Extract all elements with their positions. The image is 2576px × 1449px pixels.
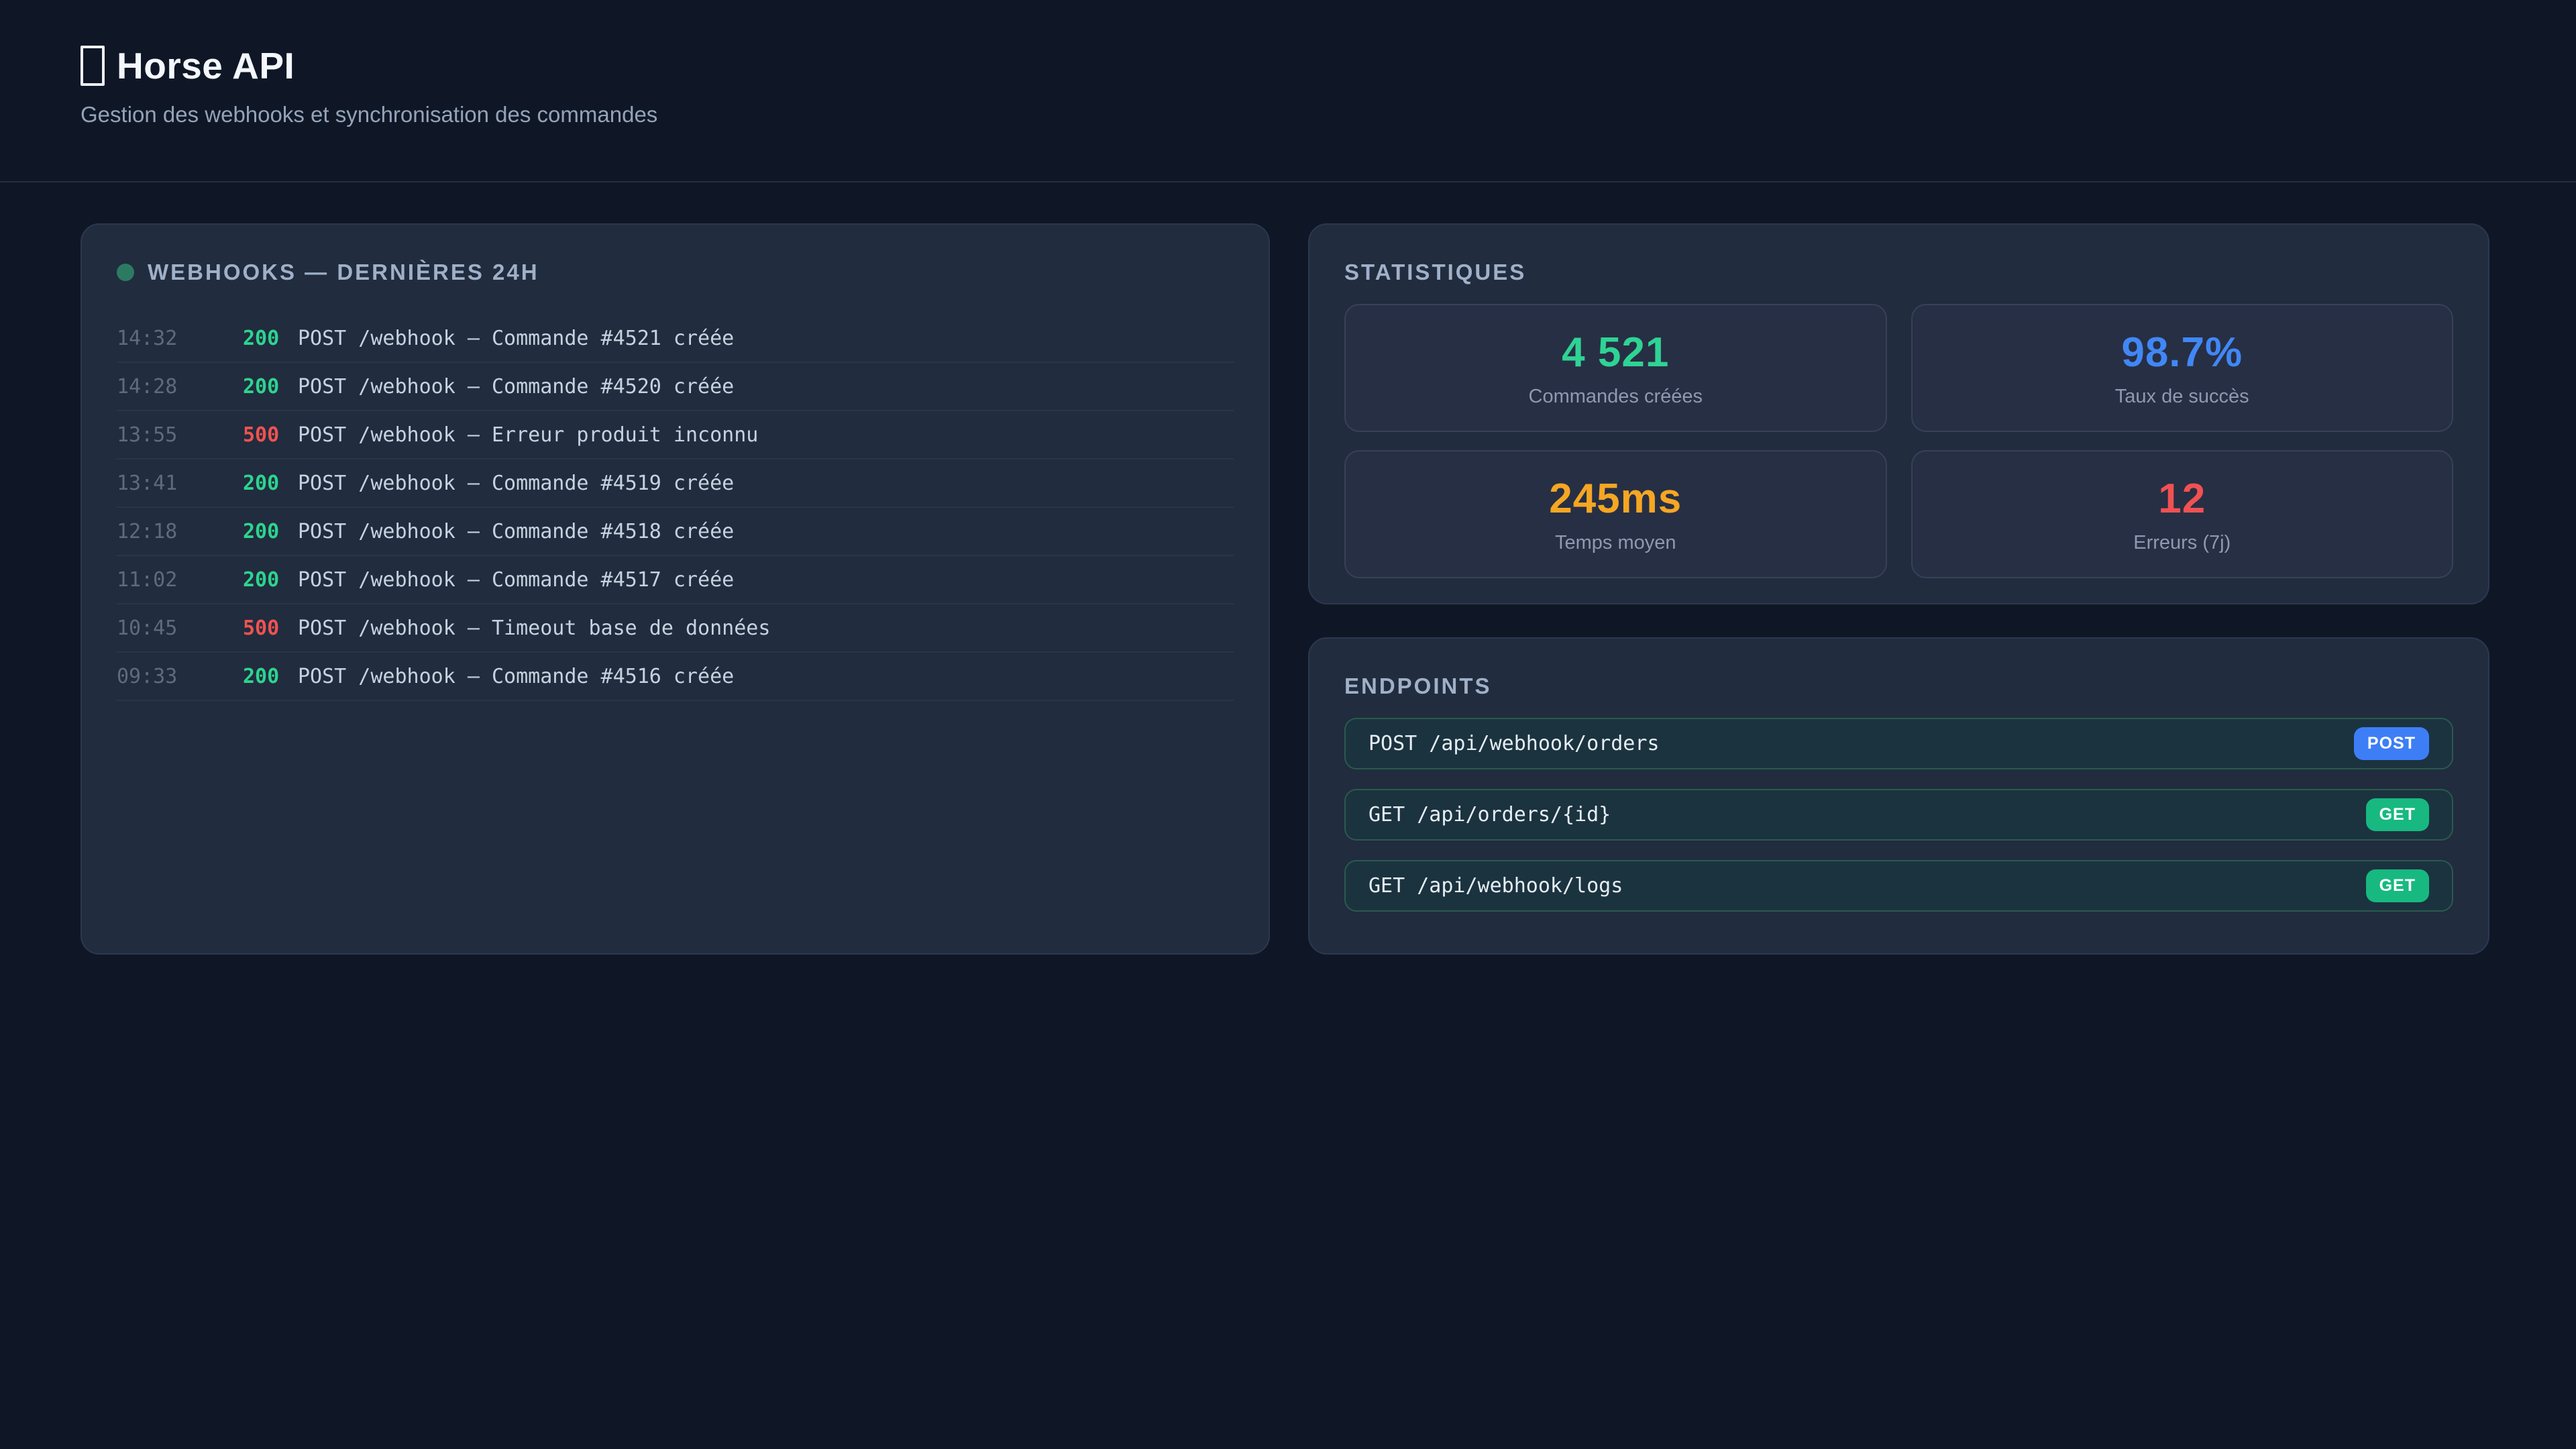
stat-label: Commandes créées (1529, 386, 1703, 408)
method-badge: POST (2354, 727, 2429, 760)
log-row: 14:32 200 POST /webhook — Commande #4521… (117, 315, 1234, 363)
stat-label: Temps moyen (1555, 532, 1676, 554)
webhooks-panel: WEBHOOKS — DERNIÈRES 24H 14:32 200 POST … (80, 223, 1270, 955)
stat-card-temps-moyen: 245ms Temps moyen (1344, 450, 1887, 578)
method-badge: GET (2366, 798, 2429, 831)
log-status-code: 500 (243, 616, 298, 640)
main-content: WEBHOOKS — DERNIÈRES 24H 14:32 200 POST … (0, 182, 2576, 955)
stat-card-erreurs: 12 Erreurs (7j) (1911, 450, 2454, 578)
horse-emoji-missing-glyph-icon (80, 46, 105, 86)
log-message: POST /webhook — Commande #4519 créée (298, 472, 734, 495)
stat-label: Erreurs (7j) (2133, 532, 2231, 554)
log-time: 13:55 (117, 423, 243, 447)
stat-value: 12 (2158, 475, 2206, 523)
log-status-code: 200 (243, 520, 298, 543)
right-column: STATISTIQUES 4 521 Commandes créées 98.7… (1308, 223, 2489, 955)
endpoints-panel-title: ENDPOINTS (1344, 674, 2453, 699)
endpoint-path: GET /api/orders/{id} (1368, 803, 1611, 826)
page-title: Horse API (80, 44, 2576, 87)
log-message: POST /webhook — Commande #4516 créée (298, 665, 734, 688)
log-status-code: 200 (243, 375, 298, 398)
log-message: POST /webhook — Commande #4517 créée (298, 568, 734, 592)
endpoint-path: POST /api/webhook/orders (1368, 732, 1659, 755)
log-time: 12:18 (117, 520, 243, 543)
endpoint-path: GET /api/webhook/logs (1368, 874, 1623, 898)
log-message: POST /webhook — Commande #4521 créée (298, 327, 734, 350)
log-time: 11:02 (117, 568, 243, 592)
log-row: 11:02 200 POST /webhook — Commande #4517… (117, 556, 1234, 604)
stat-value: 98.7% (2121, 329, 2243, 376)
stat-label: Taux de succès (2115, 386, 2249, 408)
log-time: 10:45 (117, 616, 243, 640)
app-subtitle: Gestion des webhooks et synchronisation … (80, 102, 2576, 127)
stats-grid: 4 521 Commandes créées 98.7% Taux de suc… (1344, 304, 2453, 578)
log-status-code: 200 (243, 327, 298, 350)
stat-card-taux-succes: 98.7% Taux de succès (1911, 304, 2454, 432)
log-message: POST /webhook — Erreur produit inconnu (298, 423, 758, 447)
stat-card-commandes: 4 521 Commandes créées (1344, 304, 1887, 432)
endpoint-row-orders-id[interactable]: GET /api/orders/{id} GET (1344, 789, 2453, 841)
log-status-code: 500 (243, 423, 298, 447)
stat-value: 4 521 (1562, 329, 1669, 376)
app-title-text: Horse API (117, 44, 294, 87)
log-row: 12:18 200 POST /webhook — Commande #4518… (117, 508, 1234, 556)
status-dot-icon (117, 264, 134, 281)
statistics-panel: STATISTIQUES 4 521 Commandes créées 98.7… (1308, 223, 2489, 604)
log-message: POST /webhook — Commande #4520 créée (298, 375, 734, 398)
endpoint-row-webhook-orders[interactable]: POST /api/webhook/orders POST (1344, 718, 2453, 769)
app-header: Horse API Gestion des webhooks et synchr… (0, 0, 2576, 182)
log-time: 14:28 (117, 375, 243, 398)
log-time: 09:33 (117, 665, 243, 688)
log-status-code: 200 (243, 568, 298, 592)
log-message: POST /webhook — Timeout base de données (298, 616, 770, 640)
stat-value: 245ms (1549, 475, 1682, 523)
webhook-log-list: 14:32 200 POST /webhook — Commande #4521… (117, 315, 1234, 701)
log-status-code: 200 (243, 665, 298, 688)
method-badge: GET (2366, 869, 2429, 902)
log-time: 14:32 (117, 327, 243, 350)
log-row: 13:55 500 POST /webhook — Erreur produit… (117, 411, 1234, 460)
log-row: 10:45 500 POST /webhook — Timeout base d… (117, 604, 1234, 653)
webhooks-panel-title-text: WEBHOOKS — DERNIÈRES 24H (148, 260, 539, 285)
endpoint-list: POST /api/webhook/orders POST GET /api/o… (1344, 718, 2453, 912)
endpoints-panel: ENDPOINTS POST /api/webhook/orders POST … (1308, 637, 2489, 955)
log-message: POST /webhook — Commande #4518 créée (298, 520, 734, 543)
log-row: 09:33 200 POST /webhook — Commande #4516… (117, 653, 1234, 701)
log-status-code: 200 (243, 472, 298, 495)
log-row: 13:41 200 POST /webhook — Commande #4519… (117, 460, 1234, 508)
log-time: 13:41 (117, 472, 243, 495)
statistics-panel-title: STATISTIQUES (1344, 260, 2453, 285)
log-row: 14:28 200 POST /webhook — Commande #4520… (117, 363, 1234, 411)
webhooks-panel-title: WEBHOOKS — DERNIÈRES 24H (117, 260, 1234, 285)
endpoint-row-webhook-logs[interactable]: GET /api/webhook/logs GET (1344, 860, 2453, 912)
